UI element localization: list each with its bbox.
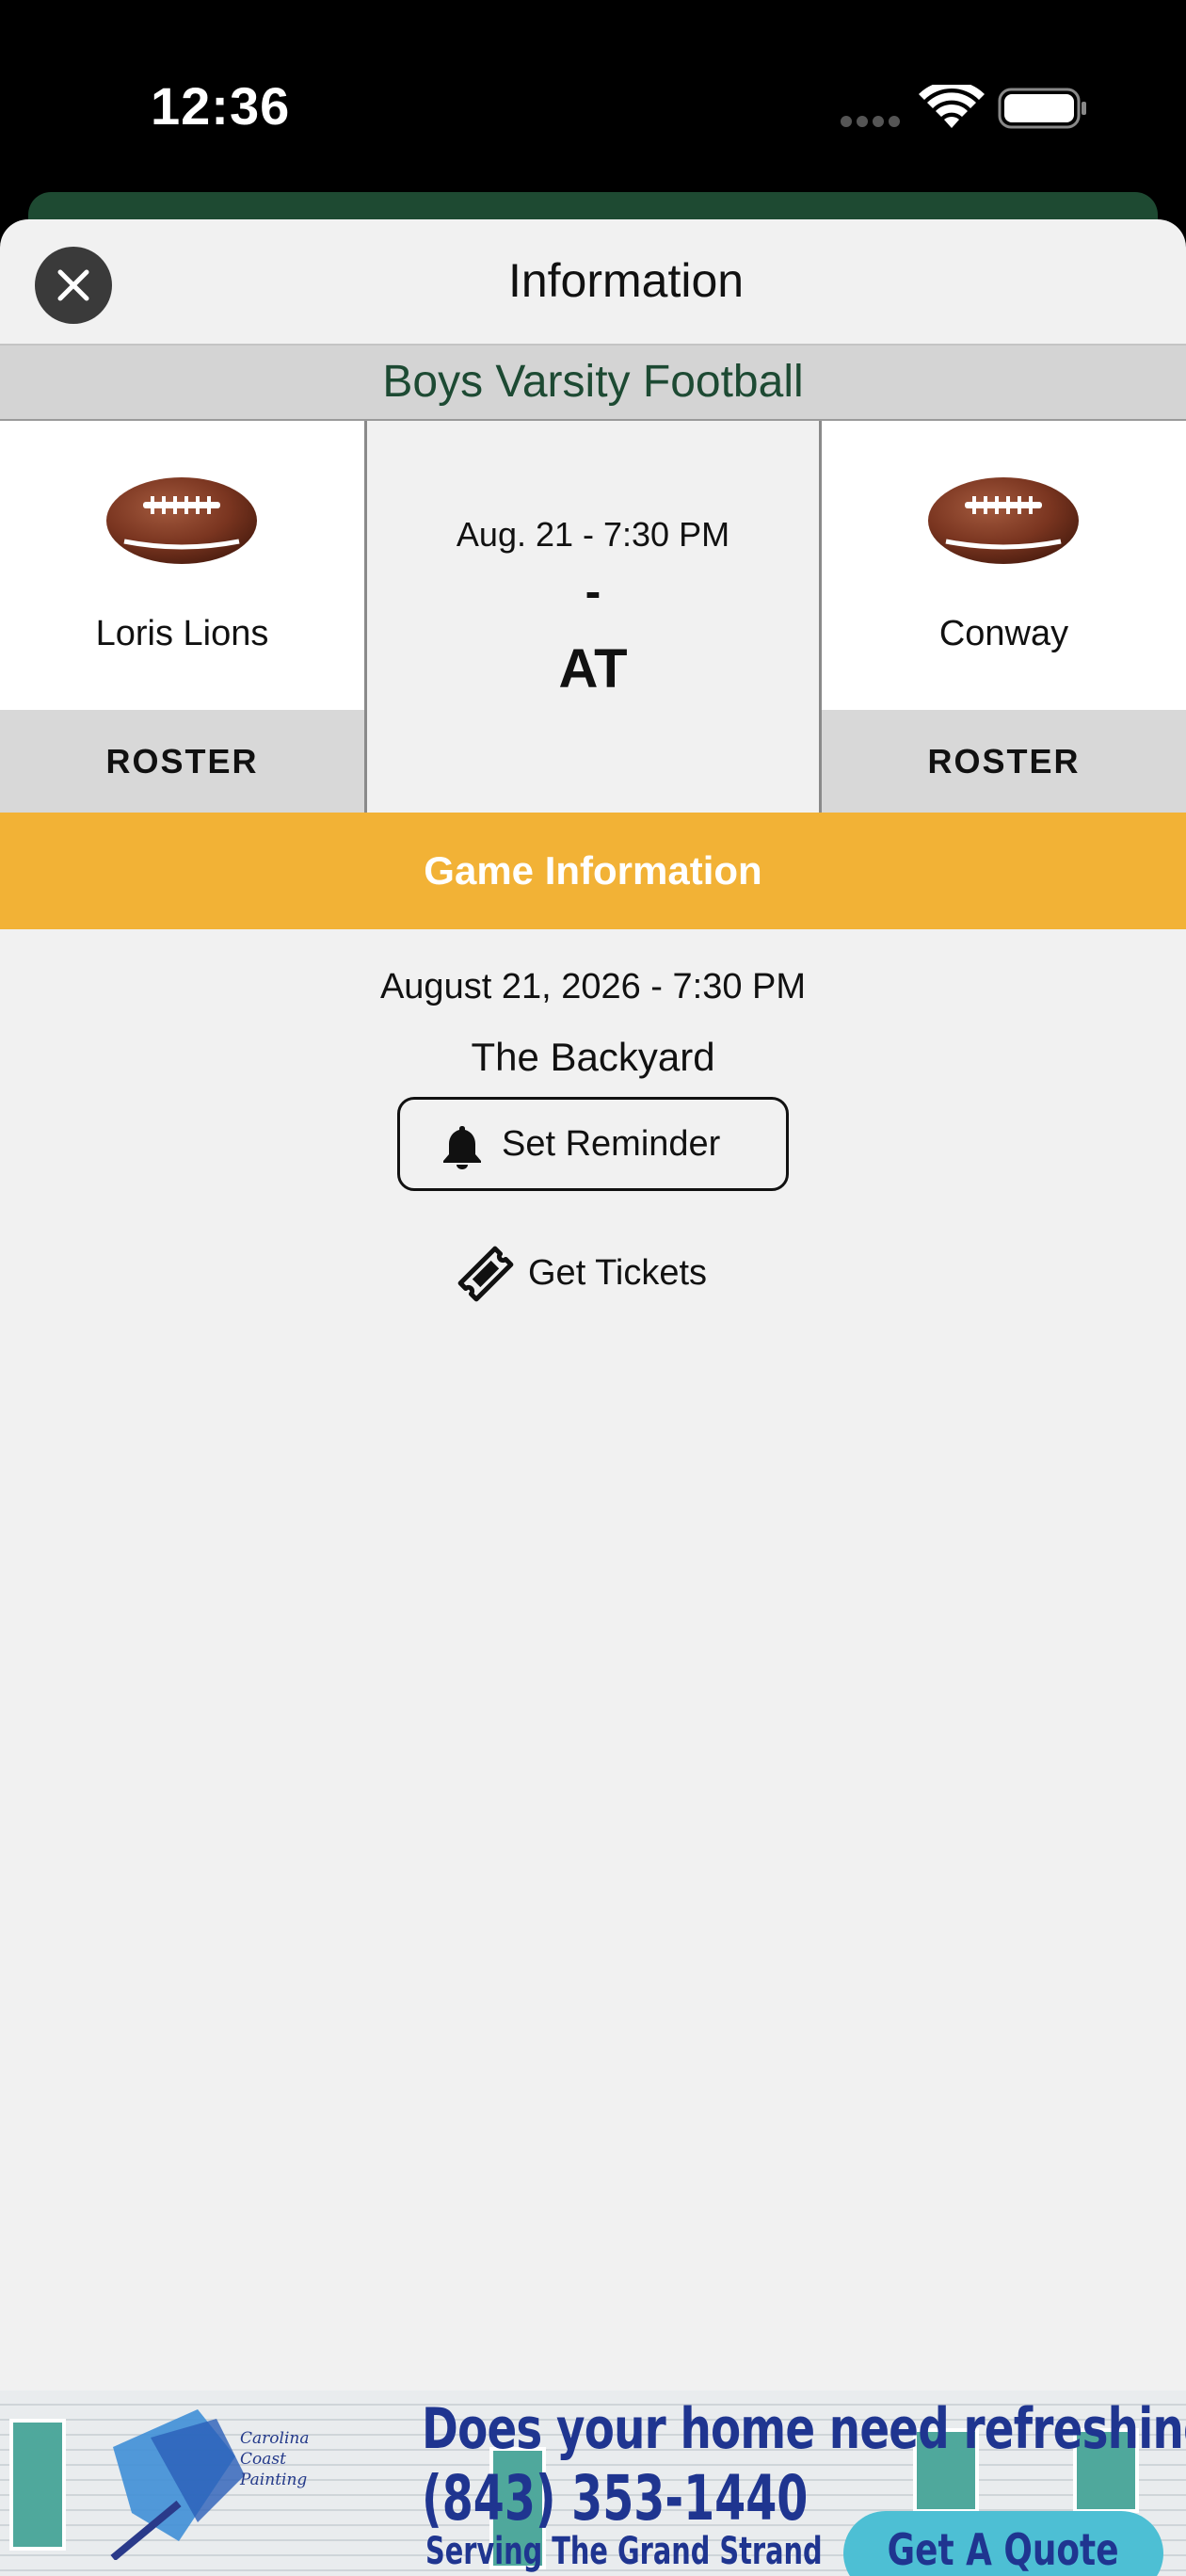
home-team-card: Loris Lions xyxy=(0,421,364,710)
get-tickets-label: Get Tickets xyxy=(528,1253,708,1293)
sheet-title: Information xyxy=(507,254,745,307)
set-reminder-button[interactable]: Set Reminder xyxy=(397,1097,789,1191)
battery-icon xyxy=(998,88,1086,129)
matchup-relation: AT xyxy=(558,638,628,700)
ad-house-shutter xyxy=(9,2419,66,2551)
score: - xyxy=(585,565,601,618)
ad-brand-line: Painting xyxy=(240,2471,308,2489)
get-tickets-link[interactable]: Get Tickets xyxy=(457,1246,740,1302)
sport-title: Boys Varsity Football xyxy=(0,344,1186,421)
home-team: Loris Lions ROSTER xyxy=(0,421,364,813)
cellular-signal-icon xyxy=(841,115,905,132)
advertisement-banner[interactable]: Carolina Coast Painting Does your home n… xyxy=(0,2391,1186,2576)
status-bar: 12:36 xyxy=(0,0,1186,198)
ad-brand-line: Carolina xyxy=(240,2429,310,2448)
ad-phone-number: (843) 353-1440 xyxy=(422,2462,809,2535)
ad-tagline: Serving The Grand Strand xyxy=(425,2530,823,2573)
bell-icon xyxy=(443,1126,481,1169)
game-details: August 21, 2026 - 7:30 PM The Backyard S… xyxy=(0,929,1186,2342)
away-team-name: Conway xyxy=(938,614,1069,653)
ad-cta-label: Get A Quote xyxy=(888,2524,1119,2575)
football-icon xyxy=(106,477,257,564)
set-reminder-label: Set Reminder xyxy=(502,1124,721,1164)
matchup-panel: Loris Lions ROSTER Aug. 21 - 7:30 PM - A… xyxy=(0,421,1186,813)
ad-brand-name: Carolina Coast Painting xyxy=(240,2428,309,2490)
ad-brand-line: Coast xyxy=(240,2450,286,2469)
status-time: 12:36 xyxy=(151,76,291,136)
game-summary: Aug. 21 - 7:30 PM - AT xyxy=(364,421,822,813)
information-sheet: Information Boys Varsity Football Loris … xyxy=(0,219,1186,2576)
wifi-icon xyxy=(919,85,985,128)
home-roster-button[interactable]: ROSTER xyxy=(0,710,364,813)
ad-headline: Does your home need refreshing? xyxy=(422,2396,1186,2462)
football-icon xyxy=(928,477,1079,564)
away-team-card: Conway xyxy=(822,421,1186,710)
ad-get-quote-button[interactable]: Get A Quote xyxy=(843,2511,1163,2576)
away-roster-button[interactable]: ROSTER xyxy=(822,710,1186,813)
game-date-short: Aug. 21 - 7:30 PM xyxy=(456,515,730,554)
venue-name: The Backyard xyxy=(471,1035,715,1079)
home-team-name: Loris Lions xyxy=(95,614,269,653)
game-date-full: August 21, 2026 - 7:30 PM xyxy=(379,967,807,1006)
ticket-icon xyxy=(457,1246,514,1302)
game-information-header: Game Information xyxy=(0,813,1186,929)
away-team: Conway ROSTER xyxy=(822,421,1186,813)
sheet-header: Information xyxy=(0,219,1186,344)
